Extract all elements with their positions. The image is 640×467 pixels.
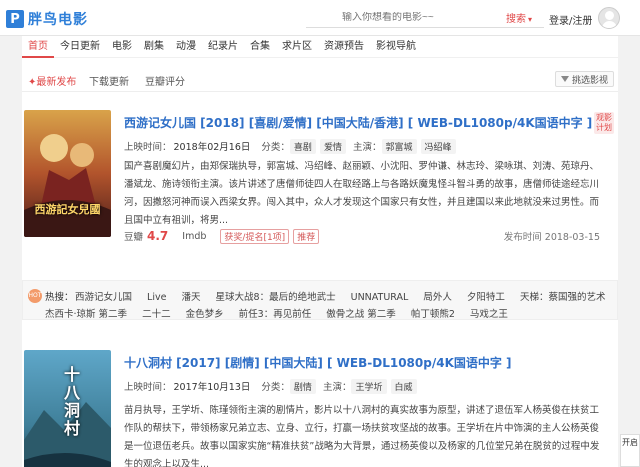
tab-douban[interactable]: 豆瓣评分 xyxy=(145,73,185,88)
hot-item[interactable]: 二十二 xyxy=(142,309,171,320)
nav-item-series[interactable]: 剧集 xyxy=(138,36,170,58)
imdb-label: Imdb xyxy=(182,230,207,242)
hot-item[interactable]: 星球大战8：最后的绝地武士 xyxy=(216,292,336,303)
poster-art xyxy=(24,110,111,237)
release-label: 上映时间： xyxy=(124,142,172,153)
tab-downloads[interactable]: 下载更新 xyxy=(89,73,129,88)
hot-item[interactable]: 马戏之王 xyxy=(470,309,508,320)
douban-score: 4.7 xyxy=(147,229,169,243)
genre-chip[interactable]: 剧情 xyxy=(289,379,316,394)
hot-label: 热搜： xyxy=(45,292,74,303)
movie-description: 国产喜剧魔幻片，由郑保瑞执导，郭富城、冯绍峰、赵丽颖、小沈阳、罗仲谦、林志玲、梁… xyxy=(124,161,600,226)
hot-item[interactable]: 夕阳特工 xyxy=(467,292,505,303)
nav-item-anime[interactable]: 动漫 xyxy=(170,36,202,58)
douban-label: 豆瓣 xyxy=(124,232,144,243)
nav-item-preview[interactable]: 资源预告 xyxy=(318,36,370,58)
movie-footer: 豆瓣 4.7 Imdb 获奖/提名[1项] 推荐 发布时间 2018-03-15 xyxy=(124,227,600,245)
movie-meta: 上映时间： 2018年02月16日 分类： 喜剧 爱情 主演： 郭富城 冯绍峰 xyxy=(124,139,460,154)
hot-item[interactable]: 天梯：蔡国强的艺术 xyxy=(520,292,606,303)
movie-poster[interactable]: 西游記女兒國 xyxy=(24,110,111,237)
hot-item[interactable]: 局外人 xyxy=(423,292,452,303)
main-panel: 首页 今日更新 电影 剧集 动漫 纪录片 合集 求片区 资源预告 影视导航 ✦最… xyxy=(22,36,618,467)
cast-chip[interactable]: 郭富城 xyxy=(381,139,417,154)
nav-item-movies[interactable]: 电影 xyxy=(106,36,138,58)
top-header: P 胖鸟电影 搜索▾ 登录/注册 xyxy=(0,0,640,36)
hot-item[interactable]: 金色梦乡 xyxy=(186,309,224,320)
login-register-link[interactable]: 登录/注册 xyxy=(549,12,592,27)
tab-latest[interactable]: ✦最新发布 xyxy=(28,73,76,88)
recommend-tag[interactable]: 推荐 xyxy=(293,228,320,244)
cast-label: 主演： xyxy=(322,382,352,393)
nav-item-request[interactable]: 求片区 xyxy=(276,36,318,58)
movie-title[interactable]: 西游记女儿国 [2018] [喜剧/爱情] [中国大陆/香港] [ WEB-DL… xyxy=(124,114,592,131)
logo-text: 胖鸟电影 xyxy=(28,12,88,28)
watch-plan-badge[interactable]: 观影计划 xyxy=(594,112,614,134)
cast-chip[interactable]: 白威 xyxy=(390,379,417,394)
search-input[interactable] xyxy=(306,12,486,23)
nav-item-today[interactable]: 今日更新 xyxy=(54,36,106,58)
filter-button[interactable]: 挑选影视 xyxy=(554,71,614,87)
movie-description: 苗月执导，王学圻、陈瑾领衔主演的剧情片，影片以十八洞村的真实故事为原型，讲述了退… xyxy=(124,405,600,467)
site-logo[interactable]: P 胖鸟电影 xyxy=(6,8,88,30)
nav-item-directory[interactable]: 影视导航 xyxy=(370,36,422,58)
main-nav: 首页 今日更新 电影 剧集 动漫 纪录片 合集 求片区 资源预告 影视导航 xyxy=(22,36,618,58)
genre-label: 分类： xyxy=(261,382,290,393)
hot-item[interactable]: 傲骨之战 第二季 xyxy=(326,309,396,320)
hot-row-1: 西游记女儿国 Live 潘天 星球大战8：最后的绝地武士 UNNATURAL 局… xyxy=(75,289,617,303)
cast-chip[interactable]: 冯绍峰 xyxy=(420,139,456,154)
publish-time: 发布时间 2018-03-15 xyxy=(503,232,600,243)
movie-title[interactable]: 十八洞村 [2017] [剧情] [中国大陆] [ WEB-DL1080p/4K… xyxy=(124,354,512,371)
content-tabs: ✦最新发布 下载更新 豆瓣评分 挑选影视 xyxy=(22,68,618,92)
hot-item[interactable]: UNNATURAL xyxy=(351,292,409,303)
hot-item[interactable]: 前任3：再见前任 xyxy=(239,309,312,320)
hot-item[interactable]: Live xyxy=(147,292,166,303)
genre-chip[interactable]: 喜剧 xyxy=(289,139,316,154)
release-date: 2017年10月13日 xyxy=(173,382,251,393)
hot-item[interactable]: 杰西卡·琼斯 第二季 xyxy=(45,309,127,320)
nav-item-documentary[interactable]: 纪录片 xyxy=(202,36,244,58)
poster-title: 西游記女兒國 xyxy=(34,203,101,216)
movie-poster[interactable]: 十八洞村 xyxy=(24,350,111,467)
poster-title: 十八洞村 xyxy=(61,366,80,438)
avatar[interactable] xyxy=(598,7,620,29)
cast-chip[interactable]: 王学圻 xyxy=(351,379,387,394)
search-button[interactable]: 搜索 ▾ xyxy=(506,10,532,25)
hot-search-bar: HOT 热搜： 西游记女儿国 Live 潘天 星球大战8：最后的绝地武士 UNN… xyxy=(22,280,618,320)
movie-meta: 上映时间： 2017年10月13日 分类： 剧情 主演： 王学圻 白威 xyxy=(124,379,421,394)
chevron-down-icon: ▾ xyxy=(527,15,532,24)
filter-button-label: 挑选影视 xyxy=(571,75,608,86)
hot-row-2: 杰西卡·琼斯 第二季 二十二 金色梦乡 前任3：再见前任 傲骨之战 第二季 帕丁… xyxy=(45,306,520,320)
hot-icon: HOT xyxy=(28,289,42,303)
genre-chip[interactable]: 爱情 xyxy=(319,139,346,154)
side-toggle-tab[interactable]: 开启 xyxy=(620,434,640,467)
hot-item[interactable]: 帕丁顿熊2 xyxy=(411,309,455,320)
award-tag[interactable]: 获奖/提名[1项] xyxy=(220,228,290,244)
hot-item[interactable]: 西游记女儿国 xyxy=(75,292,132,303)
hot-item[interactable]: 潘天 xyxy=(181,292,200,303)
nav-item-collection[interactable]: 合集 xyxy=(244,36,276,58)
cast-label: 主演： xyxy=(352,142,382,153)
filter-icon xyxy=(560,76,569,82)
release-label: 上映时间： xyxy=(124,382,172,393)
logo-mark: P xyxy=(6,10,24,28)
nav-item-home[interactable]: 首页 xyxy=(22,36,54,58)
genre-label: 分类： xyxy=(261,142,290,153)
search-box: 搜索▾ xyxy=(306,8,544,28)
search-button-label: 搜索 xyxy=(505,14,526,25)
release-date: 2018年02月16日 xyxy=(173,142,251,153)
